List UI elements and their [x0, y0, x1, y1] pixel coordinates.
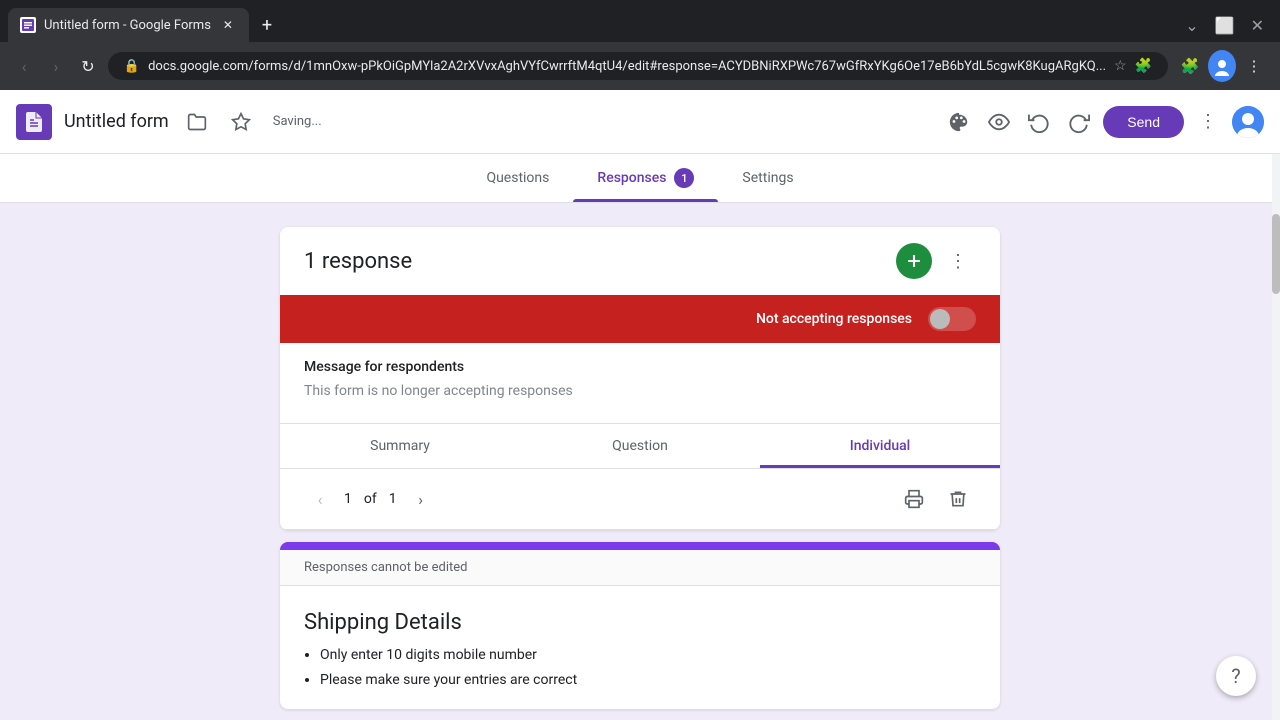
window-controls: ⌄ ⬜ ✕ [1185, 16, 1272, 35]
nav-tabs: Questions Responses 1 Settings [0, 154, 1280, 203]
message-value: This form is no longer accepting respons… [304, 383, 976, 399]
help-button[interactable]: ? [1216, 656, 1256, 696]
minimize-button[interactable]: ⌄ [1185, 16, 1198, 35]
response-content-card: Responses cannot be edited Shipping Deta… [280, 542, 1000, 709]
menu-button[interactable]: ⋮ [1240, 52, 1268, 80]
header-right: Send ⋮ [943, 106, 1264, 138]
page-of-text: of [364, 491, 377, 507]
toggle-knob [930, 309, 950, 329]
more-options-button[interactable]: ⋮ [940, 243, 976, 279]
forward-button[interactable]: › [44, 52, 68, 80]
preview-button[interactable] [983, 106, 1015, 138]
not-accepting-text: Not accepting responses [756, 311, 912, 327]
bullet-1: Only enter 10 digits mobile number [320, 643, 976, 668]
tab-questions[interactable]: Questions [462, 154, 573, 202]
redo-button[interactable] [1063, 106, 1095, 138]
scrollbar-thumb[interactable] [1272, 214, 1280, 294]
tab-title: Untitled form - Google Forms [44, 18, 211, 33]
add-to-sheets-button[interactable] [896, 243, 932, 279]
sub-tabs: Summary Question Individual [280, 424, 1000, 469]
accepting-responses-toggle[interactable] [928, 307, 976, 331]
pagination-row: ‹ 1 of 1 › [280, 469, 1000, 530]
tab-responses[interactable]: Responses 1 [573, 154, 718, 202]
address-bar[interactable]: 🔒 docs.google.com/forms/d/1mnOxw-pPkOiGp… [108, 52, 1168, 80]
active-tab[interactable]: Untitled form - Google Forms ✕ [8, 8, 249, 42]
url-text: docs.google.com/forms/d/1mnOxw-pPkOiGpMY… [148, 59, 1106, 74]
tab-close-button[interactable]: ✕ [219, 16, 237, 34]
undo-button[interactable] [1023, 106, 1055, 138]
cannot-edit-notice: Responses cannot be edited [280, 550, 1000, 586]
response-header: 1 response ⋮ [280, 227, 1000, 295]
user-avatar[interactable] [1232, 106, 1264, 138]
prev-page-button[interactable]: ‹ [304, 483, 336, 515]
response-count-badge: 1 [674, 168, 694, 188]
not-accepting-banner: Not accepting responses [280, 295, 1000, 343]
bookmark-icon[interactable]: ☆ [1114, 58, 1127, 74]
shipping-bullets: Only enter 10 digits mobile number Pleas… [280, 643, 1000, 709]
next-page-button[interactable]: › [405, 483, 437, 515]
tab-favicon [20, 17, 36, 33]
back-button[interactable]: ‹ [12, 52, 36, 80]
extension-icon[interactable]: 🧩 [1135, 58, 1152, 74]
profile-button[interactable] [1208, 52, 1236, 80]
browser-chrome: Untitled form - Google Forms ✕ + ⌄ ⬜ ✕ ‹… [0, 0, 1280, 90]
refresh-button[interactable]: ↻ [76, 52, 100, 80]
bullet-2: Please make sure your entries are correc… [320, 668, 976, 693]
folder-button[interactable] [181, 106, 213, 138]
close-window-button[interactable]: ✕ [1251, 16, 1264, 35]
tab-bar: Untitled form - Google Forms ✕ + ⌄ ⬜ ✕ [0, 0, 1280, 42]
page-current: 1 [344, 491, 352, 507]
scrollbar-track[interactable] [1272, 154, 1280, 720]
saving-text: Saving... [273, 114, 322, 129]
message-label: Message for respondents [304, 359, 976, 375]
forms-logo [16, 104, 52, 140]
main-content: 1 response ⋮ Not accepting responses Mes… [0, 203, 1280, 720]
message-section: Message for respondents This form is no … [280, 343, 1000, 424]
tab-individual[interactable]: Individual [760, 424, 1000, 468]
print-button[interactable] [896, 481, 932, 517]
form-title[interactable]: Untitled form [64, 111, 169, 132]
palette-button[interactable] [943, 106, 975, 138]
maximize-button[interactable]: ⬜ [1215, 16, 1235, 35]
extensions-button[interactable]: 🧩 [1176, 52, 1204, 80]
address-bar-row: ‹ › ↻ 🔒 docs.google.com/forms/d/1mnOxw-p… [0, 42, 1280, 90]
address-bar-icons: ☆ 🧩 [1114, 58, 1152, 74]
response-count: 1 response [304, 249, 412, 274]
star-button[interactable] [225, 106, 257, 138]
purple-top-bar [280, 542, 1000, 550]
page-total: 1 [389, 491, 397, 507]
page-nav: ‹ 1 of 1 › [304, 483, 437, 515]
shipping-title: Shipping Details [280, 586, 1000, 643]
more-options-button[interactable]: ⋮ [1192, 106, 1224, 138]
toolbar-icons: 🧩 ⋮ [1176, 52, 1268, 80]
response-actions: ⋮ [896, 243, 976, 279]
tab-settings[interactable]: Settings [718, 154, 817, 202]
app-header: Untitled form Saving... Send ⋮ [0, 90, 1280, 154]
tab-question[interactable]: Question [520, 424, 760, 468]
delete-button[interactable] [940, 481, 976, 517]
response-card: 1 response ⋮ Not accepting responses Mes… [280, 227, 1000, 530]
page-actions [896, 481, 976, 517]
send-button[interactable]: Send [1103, 106, 1184, 138]
new-tab-button[interactable]: + [253, 11, 281, 39]
user-avatar [1208, 50, 1236, 82]
tab-summary[interactable]: Summary [280, 424, 520, 468]
